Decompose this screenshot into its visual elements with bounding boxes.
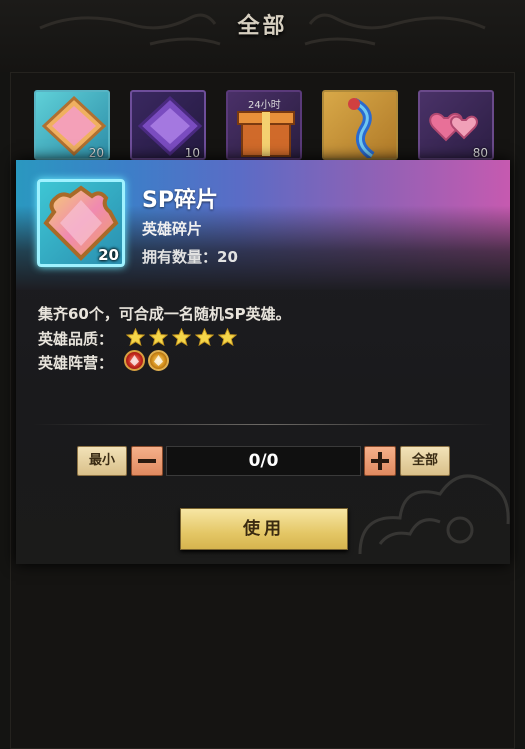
star-icon xyxy=(126,328,145,347)
min-button[interactable]: 最小 xyxy=(77,446,127,476)
slot-count: 10 xyxy=(184,146,200,160)
max-button[interactable]: 全部 xyxy=(400,446,450,476)
inventory-slot-1[interactable]: 20 xyxy=(34,90,110,160)
use-button[interactable]: 使用 xyxy=(180,508,348,550)
slot-count: 20 xyxy=(88,146,104,160)
increase-button[interactable] xyxy=(364,446,396,476)
star-icon xyxy=(172,328,191,347)
slot-count: 80 xyxy=(472,146,488,160)
star-icon xyxy=(195,328,214,347)
red-faction-icon xyxy=(124,350,145,371)
quantity-input[interactable]: 0/0 xyxy=(166,446,361,476)
item-detail-popup: 20 SP碎片 英雄碎片 拥有数量：20 集齐60个，可合成一名随机SP英雄。 … xyxy=(16,160,510,564)
item-count: 20 xyxy=(98,246,119,264)
item-description: 集齐60个，可合成一名随机SP英雄。 xyxy=(38,305,291,323)
inventory-slot-2[interactable]: 10 xyxy=(130,90,206,160)
inventory-slot-4[interactable] xyxy=(322,90,398,160)
item-name: SP碎片 xyxy=(142,188,218,213)
slot-badge: 24小时 xyxy=(248,100,281,111)
quality-stars xyxy=(126,328,237,347)
item-type: 英雄碎片 xyxy=(142,220,203,238)
page-title: 全部 xyxy=(237,14,288,39)
faction-icons xyxy=(124,350,169,371)
owned-label: 拥有数量： xyxy=(142,248,218,266)
faction-label: 英雄阵营： xyxy=(38,354,114,372)
quality-label: 英雄品质： xyxy=(38,330,114,348)
divider xyxy=(32,424,494,425)
minus-icon xyxy=(138,459,156,463)
gold-faction-icon xyxy=(148,350,169,371)
owned-quantity: 拥有数量：20 xyxy=(142,246,238,267)
decrease-button[interactable] xyxy=(131,446,163,476)
star-icon xyxy=(149,328,168,347)
top-banner: 全部 xyxy=(0,0,525,72)
inventory-slot-3[interactable]: 24小时 xyxy=(226,90,302,160)
inventory-slot-5[interactable]: 80 xyxy=(418,90,494,160)
star-icon xyxy=(218,328,237,347)
owned-value: 20 xyxy=(217,248,238,266)
item-icon-frame: 20 xyxy=(37,179,125,267)
plus-icon xyxy=(371,452,389,470)
blue-dragon-icon xyxy=(348,97,375,158)
